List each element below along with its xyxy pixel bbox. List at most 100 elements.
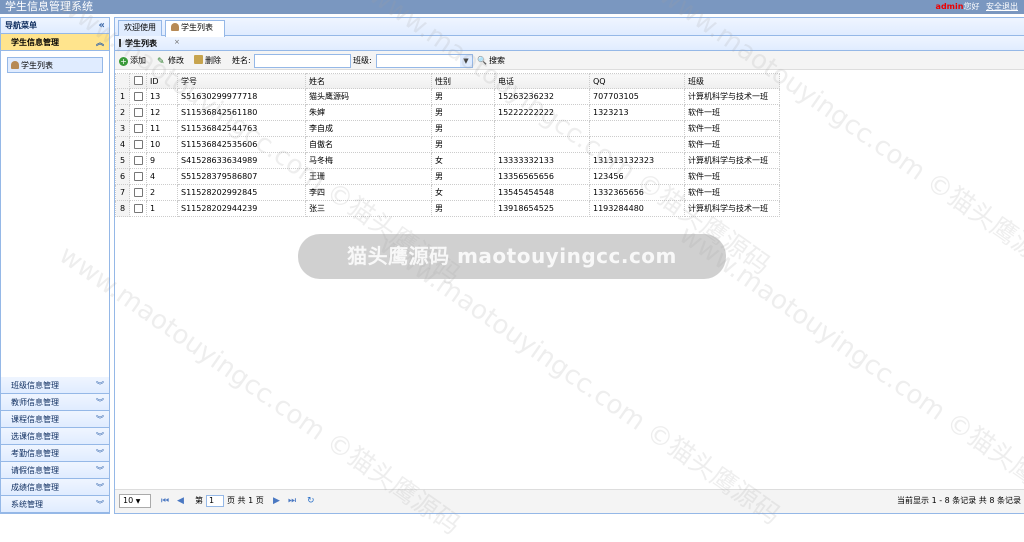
chevron-down-icon[interactable]: ︾: [96, 377, 104, 394]
accordion-title: 教师信息管理: [11, 398, 59, 407]
table-row[interactable]: 3 11 S11536842544763 李自成男 软件一班: [115, 120, 780, 137]
checkbox[interactable]: [133, 155, 143, 165]
cell-id: 10: [146, 136, 178, 153]
name-input[interactable]: [254, 54, 351, 68]
user-icon: [171, 23, 179, 31]
col-name[interactable]: 姓名: [305, 73, 432, 89]
accordion-section[interactable]: 班级信息管理 ︾: [1, 377, 109, 394]
menu-item-student-list[interactable]: 学生列表: [7, 57, 103, 73]
table-row[interactable]: 2 12 S11536842561180 朱婶男 15222222222 1323213 软…: [115, 104, 780, 121]
table-row[interactable]: 5 9 S41528633634989 马冬梅女 13333332133 13131313…: [115, 152, 780, 169]
row-checkbox-cell[interactable]: [129, 104, 147, 121]
table-row[interactable]: 8 1 S11528202944239 张三男 13918654525 119328448…: [115, 200, 780, 217]
accordion-section[interactable]: 请假信息管理 ︾: [1, 462, 109, 479]
checkbox[interactable]: [133, 203, 143, 213]
checkbox[interactable]: [133, 76, 143, 85]
checkbox[interactable]: [133, 171, 143, 181]
cell-name: 朱婶: [305, 104, 432, 121]
row-checkbox-cell[interactable]: [129, 120, 147, 137]
accordion-student-info[interactable]: 学生信息管理 ︽: [1, 34, 109, 51]
cell-name: 自傲名: [305, 136, 432, 153]
collapse-icon[interactable]: «: [99, 18, 105, 34]
cell-phone: [494, 120, 590, 137]
class-select[interactable]: ▼: [376, 54, 473, 68]
page-prefix: 第: [195, 496, 203, 505]
checkbox[interactable]: [133, 107, 143, 117]
table-row[interactable]: 4 10 S11536842535606 自傲名男 软件一班: [115, 136, 780, 153]
logout-link[interactable]: 安全退出: [986, 2, 1018, 11]
cell-cls: 软件一班: [684, 168, 780, 185]
tab-label: 学生列表: [181, 23, 213, 32]
table-row[interactable]: 6 4 S51528379586807 王珊男 13356565656 123456 软件一…: [115, 168, 780, 185]
accordion-section[interactable]: 系统管理 ︾: [1, 496, 109, 513]
col-student-no[interactable]: 学号: [177, 73, 306, 89]
cell-sex: 男: [431, 200, 495, 217]
row-checkbox-cell[interactable]: [129, 168, 147, 185]
close-icon[interactable]: ×: [174, 38, 180, 46]
chevron-down-icon[interactable]: ︾: [96, 445, 104, 462]
row-checkbox-cell[interactable]: [129, 136, 147, 153]
page-number-input[interactable]: 1: [206, 495, 224, 507]
chevron-down-icon[interactable]: ︾: [96, 428, 104, 445]
table-row[interactable]: 1 13 S51630299977718 猫头鹰源码男 15263236232 70770…: [115, 88, 780, 105]
chevron-down-icon[interactable]: ︾: [96, 411, 104, 428]
cell-cls: 计算机科学与技术一班: [684, 200, 780, 217]
accordion-section[interactable]: 教师信息管理 ︾: [1, 394, 109, 411]
sidebar: 导航菜单 « 学生信息管理 ︽ 学生列表 班级信息管理 ︾ 教师信息管理 ︾ 课程信息管…: [0, 17, 110, 514]
panel-title-text: 学生列表: [125, 39, 157, 48]
search-icon: 🔍: [477, 56, 487, 65]
tab-welcome[interactable]: 欢迎使用: [118, 20, 162, 36]
panel-title-icon: [119, 39, 121, 47]
accordion-list: 班级信息管理 ︾ 教师信息管理 ︾ 课程信息管理 ︾ 选课信息管理 ︾ 考勤信息管理 ︾ 请假信息管…: [1, 377, 109, 513]
tab-student-list[interactable]: 学生列表×: [165, 20, 225, 46]
col-qq[interactable]: QQ: [589, 73, 685, 89]
row-checkbox-cell[interactable]: [129, 88, 147, 105]
chevron-down-icon[interactable]: ︾: [96, 479, 104, 496]
col-id[interactable]: ID: [146, 73, 178, 89]
row-checkbox-cell[interactable]: [129, 184, 147, 201]
refresh-icon[interactable]: ↻: [307, 490, 315, 512]
next-page-icon[interactable]: ▶: [273, 490, 280, 512]
prev-page-icon[interactable]: ◀: [177, 490, 184, 512]
accordion-section[interactable]: 成绩信息管理 ︾: [1, 479, 109, 496]
class-label: 班级:: [353, 56, 372, 65]
chevron-down-icon[interactable]: ︾: [96, 496, 104, 513]
checkbox[interactable]: [133, 123, 143, 133]
checkbox[interactable]: [133, 187, 143, 197]
delete-button[interactable]: 删除: [194, 51, 221, 70]
first-page-icon[interactable]: ⏮: [161, 490, 169, 512]
chevron-up-icon[interactable]: ︽: [96, 34, 104, 51]
add-button[interactable]: + 添加: [119, 51, 146, 70]
table-row[interactable]: 7 2 S11528202992845 李四女 13545454548 133236565…: [115, 184, 780, 201]
last-page-icon[interactable]: ⏭: [288, 490, 296, 512]
col-phone[interactable]: 电话: [494, 73, 590, 89]
chevron-down-icon[interactable]: ︾: [96, 462, 104, 479]
cell-phone: 15222222222: [494, 104, 590, 121]
header-row: ID 学号 姓名 性别 电话 QQ 班级: [115, 73, 780, 89]
page-size-select[interactable]: 10 ▼: [119, 494, 151, 508]
cell-cls: 软件一班: [684, 184, 780, 201]
checkbox[interactable]: [133, 139, 143, 149]
col-class[interactable]: 班级: [684, 73, 780, 89]
col-gender[interactable]: 性别: [431, 73, 495, 89]
checkbox[interactable]: [133, 91, 143, 101]
chevron-down-icon[interactable]: ▼: [460, 55, 472, 67]
search-button[interactable]: 🔍 搜索: [477, 51, 505, 70]
cell-phone: 13356565656: [494, 168, 590, 185]
cell-cls: 计算机科学与技术一班: [684, 88, 780, 105]
cell-id: 9: [146, 152, 178, 169]
accordion-section[interactable]: 考勤信息管理 ︾: [1, 445, 109, 462]
accordion-section[interactable]: 课程信息管理 ︾: [1, 411, 109, 428]
accordion-section[interactable]: 选课信息管理 ︾: [1, 428, 109, 445]
cell-qq: 1323213: [589, 104, 685, 121]
edit-button[interactable]: ✎ 修改: [157, 51, 184, 70]
cell-phone: [494, 136, 590, 153]
chevron-down-icon[interactable]: ︾: [96, 394, 104, 411]
accordion-title: 班级信息管理: [11, 381, 59, 390]
cell-sno: S11536842561180: [177, 104, 306, 121]
panel-title: 学生列表: [115, 36, 1024, 51]
row-checkbox-cell[interactable]: [129, 200, 147, 217]
row-checkbox-cell[interactable]: [129, 152, 147, 169]
select-all-checkbox[interactable]: [129, 73, 147, 89]
cell-sex: 男: [431, 168, 495, 185]
